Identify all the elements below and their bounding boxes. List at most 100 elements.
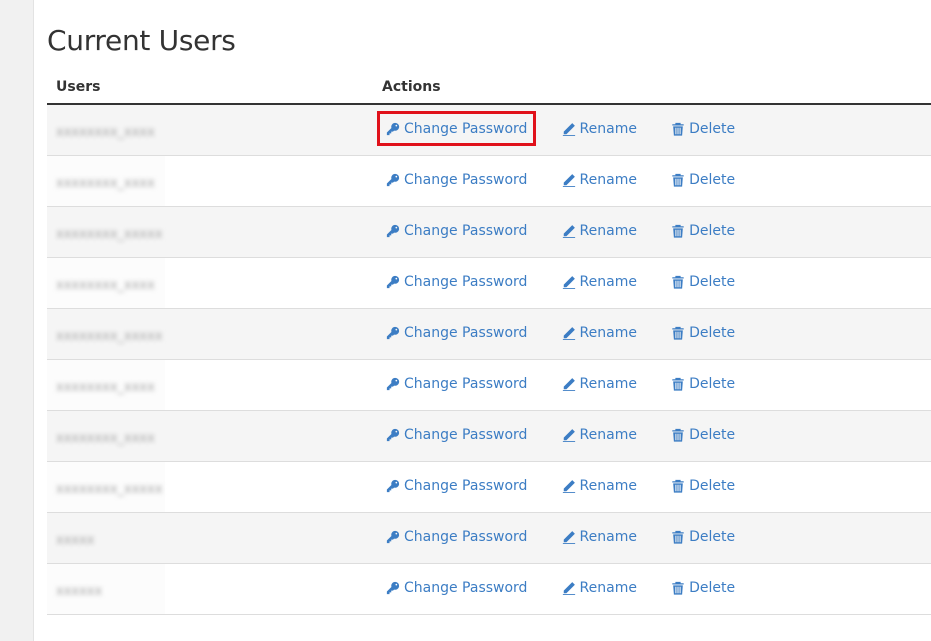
pencil-icon (562, 530, 575, 544)
key-icon (386, 122, 400, 135)
user-cell: xxxxxxxx_xxxx (47, 410, 373, 462)
change-password-label: Change Password (404, 273, 528, 290)
change-password-label: Change Password (404, 528, 528, 545)
rename-label: Rename (579, 528, 637, 545)
user-cell: xxxxxxxx_xxxxx (47, 308, 373, 360)
pencil-icon (562, 275, 575, 289)
actions-cell: Change Password Rename Delete (373, 155, 931, 207)
change-password-link[interactable]: Change Password (377, 110, 537, 146)
user-cell: xxxxxxxx_xxxxx (47, 206, 373, 258)
delete-link[interactable]: Delete (671, 121, 735, 137)
trash-icon (672, 428, 684, 442)
rename-link[interactable]: Rename (562, 478, 637, 494)
username: xxxxxxxx_xxxx (56, 277, 155, 293)
pencil-icon (562, 377, 575, 391)
rename-link[interactable]: Rename (562, 172, 637, 188)
pencil-icon (562, 224, 575, 238)
trash-icon (672, 377, 684, 391)
change-password-link[interactable]: Change Password (386, 325, 527, 341)
actions-cell: Change Password Rename Delete (373, 257, 931, 309)
delete-link[interactable]: Delete (671, 223, 735, 239)
key-icon (386, 224, 400, 237)
delete-link[interactable]: Delete (671, 172, 735, 188)
rename-link[interactable]: Rename (562, 223, 637, 239)
username: xxxxx (56, 532, 95, 548)
change-password-link[interactable]: Change Password (386, 376, 527, 392)
trash-icon (672, 224, 684, 238)
delete-link[interactable]: Delete (671, 427, 735, 443)
change-password-link[interactable]: Change Password (386, 274, 527, 290)
change-password-label: Change Password (404, 375, 528, 392)
pencil-icon (562, 122, 575, 136)
rename-link[interactable]: Rename (562, 427, 637, 443)
main-content: Current Users Users Actions xxxxxxxx_xxx… (47, 0, 931, 641)
delete-label: Delete (689, 324, 736, 341)
rename-label: Rename (579, 171, 637, 188)
delete-label: Delete (689, 579, 736, 596)
key-icon (386, 275, 400, 288)
username: xxxxxxxx_xxxxx (56, 226, 163, 242)
trash-icon (672, 122, 684, 136)
delete-link[interactable]: Delete (671, 325, 735, 341)
key-icon (386, 326, 400, 339)
delete-link[interactable]: Delete (671, 478, 735, 494)
trash-icon (672, 173, 684, 187)
actions-cell: Change Password Rename Delete (373, 461, 931, 513)
rename-label: Rename (579, 273, 637, 290)
trash-icon (672, 530, 684, 544)
rename-link[interactable]: Rename (562, 580, 637, 596)
delete-label: Delete (689, 120, 736, 137)
actions-cell: Change Password Rename Delete (373, 359, 931, 411)
change-password-label: Change Password (404, 426, 528, 443)
column-header-actions: Actions (373, 70, 931, 105)
rename-label: Rename (579, 222, 637, 239)
rename-link[interactable]: Rename (562, 121, 637, 137)
delete-link[interactable]: Delete (671, 580, 735, 596)
rename-link[interactable]: Rename (562, 274, 637, 290)
column-header-users: Users (47, 70, 373, 105)
change-password-link[interactable]: Change Password (386, 478, 527, 494)
change-password-label: Change Password (404, 477, 528, 494)
table-row: xxxxxxxx_xxxxx Change Password Rename De… (47, 308, 931, 360)
username: xxxxxxxx_xxxx (56, 124, 155, 140)
trash-icon (672, 479, 684, 493)
username: xxxxxx (56, 583, 103, 599)
user-cell: xxxxxxxx_xxxx (47, 155, 373, 207)
key-icon (386, 581, 400, 594)
actions-cell: Change Password Rename Delete (373, 308, 931, 360)
rename-link[interactable]: Rename (562, 376, 637, 392)
change-password-link[interactable]: Change Password (386, 223, 527, 239)
user-cell: xxxxxx (47, 563, 373, 615)
username: xxxxxxxx_xxxx (56, 175, 155, 191)
username: xxxxxxxx_xxxxx (56, 481, 163, 497)
delete-label: Delete (689, 477, 736, 494)
rename-link[interactable]: Rename (562, 325, 637, 341)
trash-icon (672, 326, 684, 340)
rename-label: Rename (579, 324, 637, 341)
rename-link[interactable]: Rename (562, 529, 637, 545)
actions-cell: Change Password Rename Delete (373, 206, 931, 258)
username: xxxxxxxx_xxxxx (56, 328, 163, 344)
table-row: xxxxxxxx_xxxx Change Password Rename Del… (47, 155, 931, 207)
change-password-link[interactable]: Change Password (386, 427, 527, 443)
actions-cell: Change Password Rename Delete (373, 410, 931, 462)
table-row: xxxxxxxx_xxxx Change Password Rename Del… (47, 257, 931, 309)
delete-link[interactable]: Delete (671, 274, 735, 290)
table-row: xxxxxxxx_xxxxx Change Password Rename De… (47, 461, 931, 513)
change-password-link[interactable]: Change Password (386, 529, 527, 545)
change-password-label: Change Password (404, 579, 528, 596)
delete-link[interactable]: Delete (671, 529, 735, 545)
change-password-link[interactable]: Change Password (386, 172, 527, 188)
delete-link[interactable]: Delete (671, 376, 735, 392)
rename-label: Rename (579, 579, 637, 596)
user-cell: xxxxxxxx_xxxx (47, 359, 373, 411)
rename-label: Rename (579, 375, 637, 392)
change-password-link[interactable]: Change Password (386, 580, 527, 596)
delete-label: Delete (689, 375, 736, 392)
table-header-row: Users Actions (47, 70, 931, 105)
delete-label: Delete (689, 528, 736, 545)
delete-label: Delete (689, 222, 736, 239)
delete-label: Delete (689, 171, 736, 188)
key-icon (386, 173, 400, 186)
sidebar-strip (0, 0, 34, 641)
